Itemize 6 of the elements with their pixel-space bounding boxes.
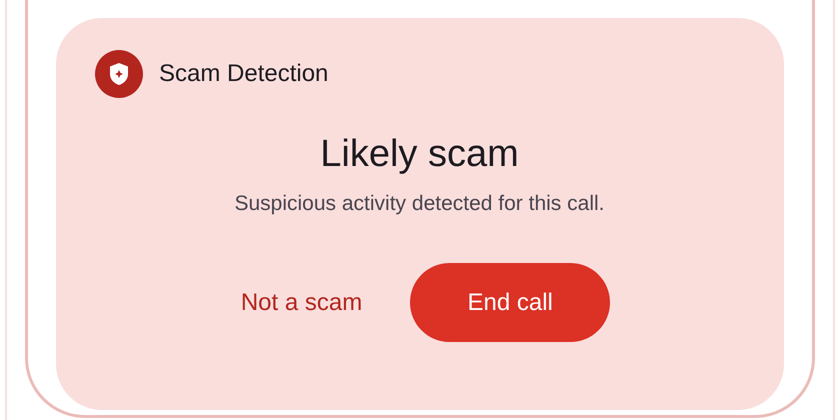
- header-title: Scam Detection: [159, 59, 328, 89]
- end-call-button[interactable]: End call: [410, 263, 610, 342]
- dismiss-button[interactable]: Not a scam: [228, 276, 374, 329]
- headline: Likely scam: [319, 132, 520, 177]
- shield-icon: [95, 50, 143, 98]
- message-text: Suspicious activity detected for this call.: [233, 190, 606, 217]
